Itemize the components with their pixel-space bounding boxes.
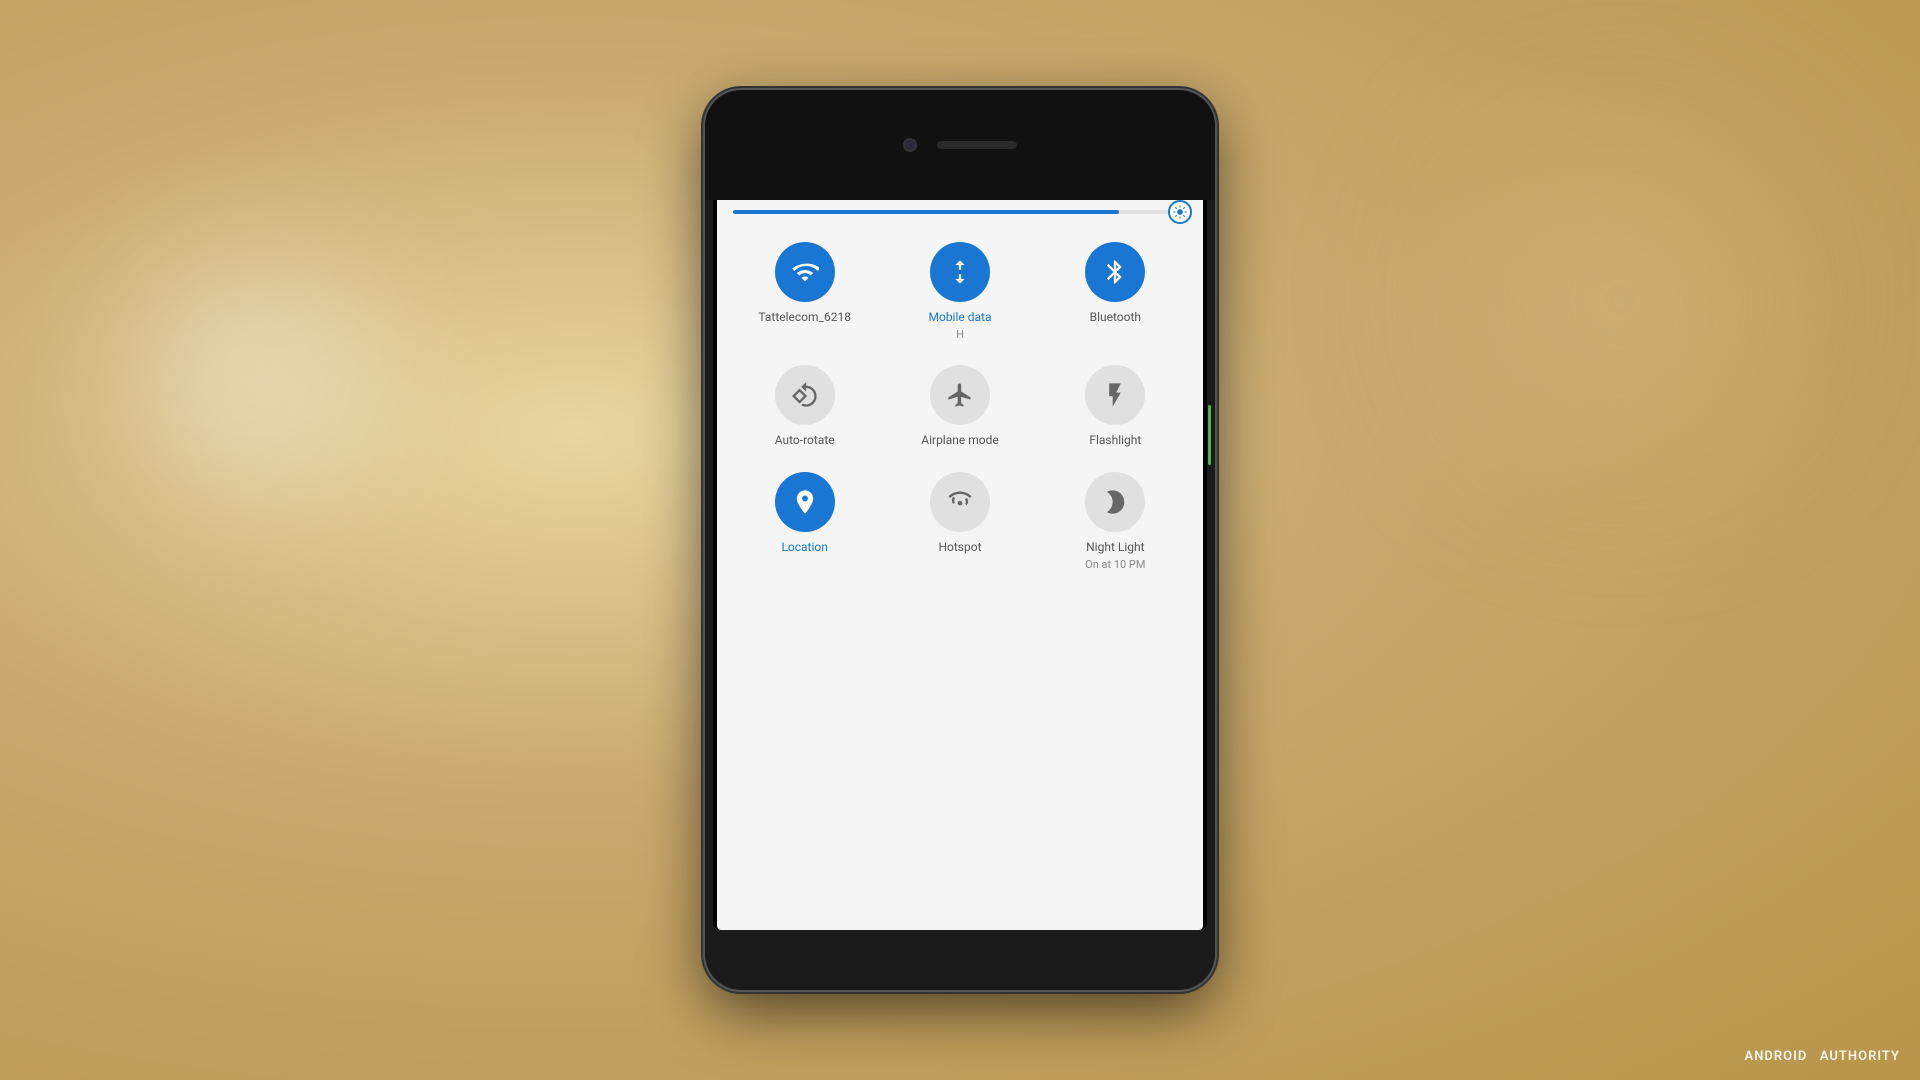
- hotspot-label: Hotspot: [938, 540, 981, 556]
- location-tile-icon: [775, 472, 835, 532]
- tile-hotspot[interactable]: Hotspot: [884, 464, 1035, 579]
- watermark-suffix: AUTHORITY: [1820, 1049, 1900, 1064]
- tile-auto-rotate[interactable]: Auto-rotate: [729, 357, 880, 457]
- wifi-label: Tattelecom_6218: [758, 310, 851, 326]
- auto-rotate-label: Auto-rotate: [775, 433, 835, 449]
- mobile-data-label: Mobile data: [929, 310, 992, 326]
- night-light-sublabel: On at 10 PM: [1085, 558, 1145, 571]
- night-light-icon: [1101, 488, 1129, 516]
- phone-wrapper: 18:22 51%: [705, 90, 1215, 990]
- tiles-grid: Tattelecom_6218 Mobile data H: [729, 234, 1191, 579]
- night-light-label: Night Light: [1086, 540, 1144, 556]
- location-label: Location: [781, 540, 827, 556]
- bluetooth-icon: [1101, 258, 1129, 286]
- auto-rotate-icon: [791, 381, 819, 409]
- flashlight-tile-icon: [1085, 365, 1145, 425]
- tile-mobile-data[interactable]: Mobile data H: [884, 234, 1035, 349]
- bluetooth-label: Bluetooth: [1090, 310, 1141, 326]
- airplane-label: Airplane mode: [921, 433, 998, 449]
- green-accent: [1208, 405, 1211, 465]
- wifi-icon: [791, 258, 819, 286]
- auto-rotate-tile-icon: [775, 365, 835, 425]
- wifi-tile-icon: [775, 242, 835, 302]
- phone: 18:22 51%: [705, 90, 1215, 990]
- location-icon: [791, 488, 819, 516]
- brightness-fill: [733, 210, 1119, 214]
- brightness-row[interactable]: [729, 210, 1191, 214]
- earpiece: [937, 141, 1017, 149]
- watermark-prefix: ANDROID: [1745, 1049, 1808, 1064]
- tile-location[interactable]: Location: [729, 464, 880, 579]
- flashlight-label: Flashlight: [1089, 433, 1141, 449]
- bg-blur-left: [80, 200, 430, 550]
- mobile-data-sublabel: H: [956, 328, 964, 341]
- tile-bluetooth[interactable]: Bluetooth: [1040, 234, 1191, 349]
- brightness-thumb[interactable]: [1168, 200, 1192, 224]
- hotspot-icon: [946, 488, 974, 516]
- tile-flashlight[interactable]: Flashlight: [1040, 357, 1191, 457]
- phone-screen: 18:22 51%: [713, 150, 1207, 930]
- tile-night-light[interactable]: Night Light On at 10 PM: [1040, 464, 1191, 579]
- tile-wifi[interactable]: Tattelecom_6218: [729, 234, 880, 349]
- bluetooth-tile-icon: [1085, 242, 1145, 302]
- watermark: ANDROID AUTHORITY: [1745, 1049, 1900, 1064]
- mobile-data-tile-icon: [930, 242, 990, 302]
- brightness-slider[interactable]: [733, 210, 1187, 214]
- airplane-tile-icon: [930, 365, 990, 425]
- tile-airplane[interactable]: Airplane mode: [884, 357, 1035, 457]
- mobile-data-icon: [946, 258, 974, 286]
- brightness-icon: [1173, 205, 1187, 219]
- hotspot-tile-icon: [930, 472, 990, 532]
- quick-settings-panel: Tattelecom_6218 Mobile data H: [717, 194, 1203, 930]
- airplane-icon: [946, 381, 974, 409]
- flashlight-icon: [1101, 381, 1129, 409]
- front-camera: [903, 138, 917, 152]
- phone-top-bezel: [705, 90, 1215, 200]
- bg-blur-right: [1420, 100, 1820, 500]
- night-light-tile-icon: [1085, 472, 1145, 532]
